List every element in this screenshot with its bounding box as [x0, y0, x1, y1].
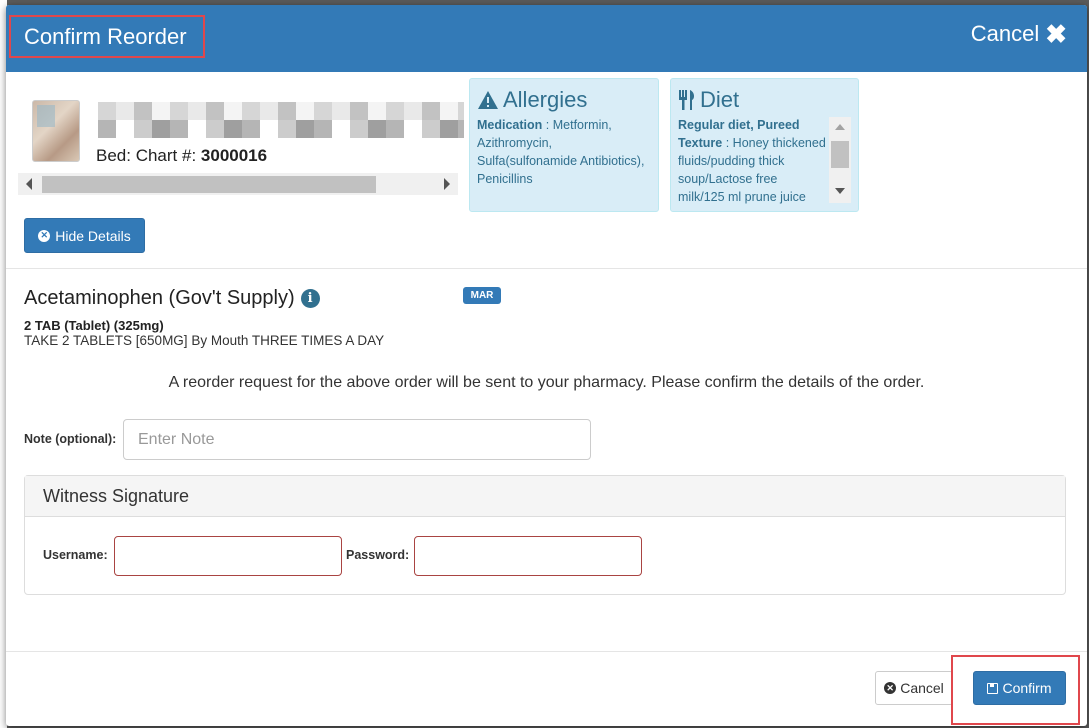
allergies-medication-label: Medication — [477, 118, 543, 132]
witness-panel-header: Witness Signature — [25, 476, 1065, 517]
allergies-body: Medication : Metformin, Azithromycin, Su… — [477, 116, 652, 188]
bed-label: Bed: Chart #: — [96, 146, 197, 165]
diet-texture-label: Texture — [678, 136, 723, 150]
drug-name: Acetaminophen (Gov't Supply) i — [24, 287, 320, 310]
allergies-title-label: Allergies — [503, 87, 588, 112]
allergies-title: Allergies — [477, 87, 587, 113]
header-cancel-button[interactable]: Cancel ✖ — [971, 21, 1067, 47]
footer-cancel-button[interactable]: ✕ Cancel — [875, 671, 953, 705]
diet-title: Diet — [678, 87, 739, 113]
modal-title: Confirm Reorder — [24, 24, 187, 49]
hide-details-button[interactable]: ✕ Hide Details — [24, 218, 145, 253]
chart-number: 3000016 — [200, 146, 268, 165]
scrollbar-thumb[interactable] — [831, 141, 849, 168]
mar-badge: MAR — [463, 287, 501, 304]
password-input[interactable] — [414, 536, 642, 576]
allergies-box: Allergies Medication : Metformin, Azithr… — [469, 78, 659, 212]
drug-instructions: TAKE 2 TABLETS [650MG] By Mouth THREE TI… — [24, 333, 385, 348]
confirm-label: Confirm — [1002, 680, 1052, 696]
patient-avatar — [32, 100, 80, 162]
divider — [6, 268, 1087, 269]
diet-vertical-scrollbar[interactable] — [829, 117, 851, 203]
warning-triangle-icon — [478, 91, 498, 109]
scroll-right-arrow-icon[interactable] — [444, 178, 450, 190]
reorder-notice: A reorder request for the above order wi… — [168, 374, 925, 391]
note-input[interactable] — [123, 419, 591, 460]
header-cancel-label: Cancel — [970, 21, 1040, 46]
witness-panel-title: Witness Signature — [43, 486, 190, 506]
patient-name-redacted — [98, 102, 464, 138]
witness-signature-panel: Witness Signature Username: Password: — [24, 475, 1066, 595]
confirm-button[interactable]: Confirm — [973, 671, 1066, 705]
scroll-down-arrow-icon[interactable] — [835, 188, 845, 194]
patient-horizontal-scrollbar[interactable] — [18, 173, 458, 195]
scroll-left-arrow-icon[interactable] — [26, 178, 32, 190]
note-label: Note (optional): — [24, 432, 117, 446]
confirm-reorder-modal: Confirm Reorder Cancel ✖ Bed: Chart #: 3… — [6, 5, 1087, 726]
circle-x-icon: ✕ — [884, 682, 897, 694]
username-input[interactable] — [114, 536, 342, 576]
footer-divider — [6, 651, 1087, 652]
username-label: Username: — [43, 548, 108, 562]
password-label: Password: — [346, 548, 410, 562]
footer-cancel-label: Cancel — [900, 680, 944, 696]
utensils-icon — [679, 90, 695, 110]
diet-title-label: Diet — [700, 87, 740, 112]
circle-x-icon: ✕ — [38, 229, 51, 242]
modal-header: Confirm Reorder Cancel ✖ — [6, 5, 1087, 72]
scrollbar-thumb[interactable] — [42, 176, 376, 193]
info-circle-icon[interactable]: i — [300, 289, 320, 308]
drug-name-label: Acetaminophen (Gov't Supply) — [24, 287, 295, 309]
hide-details-label: Hide Details — [55, 227, 131, 244]
close-icon: ✖ — [1045, 19, 1067, 49]
diet-body: Regular diet, Pureed Texture : Honey thi… — [678, 116, 826, 206]
scroll-up-arrow-icon[interactable] — [835, 124, 845, 130]
patient-info: Bed: Chart #: 3000016 — [18, 93, 464, 198]
drug-dose: 2 TAB (Tablet) (325mg) — [24, 318, 164, 333]
diet-type: Regular diet, Pureed — [678, 118, 800, 132]
bed-chart-line: Bed: Chart #: 3000016 — [96, 146, 267, 166]
floppy-disk-icon — [987, 682, 999, 694]
diet-box: Diet Regular diet, Pureed Texture : Hone… — [670, 78, 859, 212]
